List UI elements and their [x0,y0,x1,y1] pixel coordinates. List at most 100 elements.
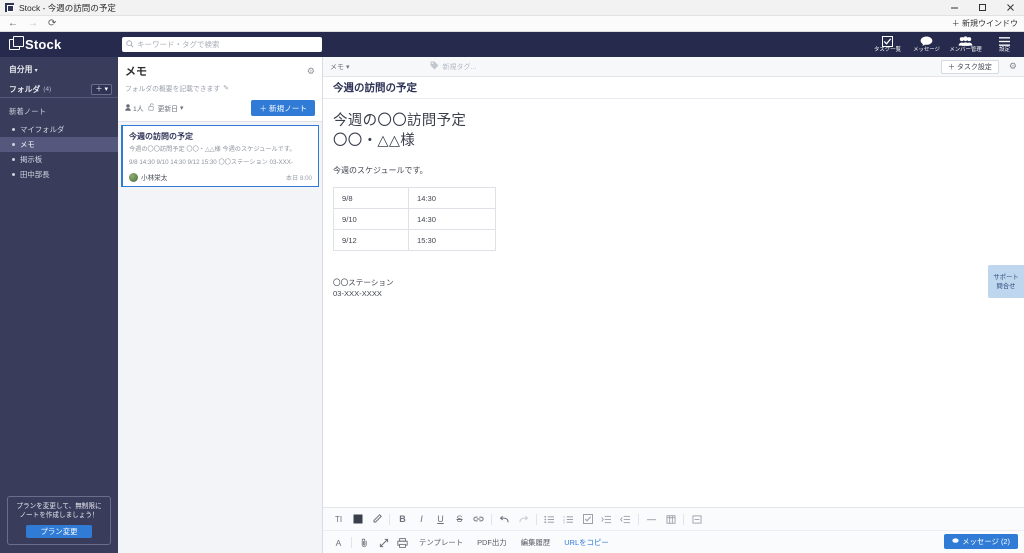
hamburger-icon [998,35,1011,47]
table-cell-date: 9/10 [333,208,409,230]
note-toolbar-top: メモ ▾ 新規タグ... ＋ タスク設定 ⚙ [323,57,1024,77]
message-button-label: メッセージ (2) [962,537,1010,546]
note-list-title-row: メモ ⚙ [125,63,315,79]
sidebar-item-bulletin[interactable]: 掲示板 [0,152,118,167]
note-list-item[interactable]: 今週の訪問の予定 今週の〇〇訪問予定 〇〇・△△様 今週のスケジュールです。 9… [121,125,319,187]
add-folder-button[interactable]: ＋ ▾ [91,83,112,95]
doc-heading-line-2: 〇〇・△△様 [333,133,416,149]
table-icon[interactable] [661,510,680,529]
pdf-export-button[interactable]: PDF出力 [470,537,514,548]
nav-member-management[interactable]: メンバー管理 [946,32,985,57]
doc-paragraph: 今週のスケジュールです。 [333,166,428,175]
edit-history-button[interactable]: 編集履歴 [514,537,558,548]
lock-status[interactable] [147,103,154,113]
gear-icon[interactable]: ⚙ [1009,61,1017,72]
font-icon[interactable]: A [329,533,348,552]
support-line-2: 問合せ [996,282,1016,290]
tag-input-area[interactable]: 新規タグ... [430,61,476,72]
copy-url-button[interactable]: URLをコピー [557,537,615,548]
attachment-icon[interactable] [355,533,374,552]
search-container [122,37,322,52]
search-box[interactable] [122,37,322,52]
member-count[interactable]: 1人 [125,103,144,113]
change-plan-button[interactable]: プラン変更 [26,525,92,538]
new-note-button[interactable]: ＋ 新規ノート [251,100,315,116]
support-tab[interactable]: サポート 問合せ [988,265,1024,298]
nav-task-list[interactable]: タスク一覧 [868,32,907,57]
checkbox-icon [882,35,893,47]
close-button[interactable] [996,0,1024,16]
note-list-panel: メモ ⚙ フォルダの概要を記載できます ✎ 1人 更新日 ▾ ＋ 新規ノート 今… [118,57,323,553]
promo-line-1: プランを変更して、無制限に [16,503,102,510]
nav-member-management-label: メンバー管理 [949,47,982,53]
sort-selector[interactable]: 更新日 ▾ [158,103,184,113]
horizontal-rule-icon[interactable]: — [642,510,661,529]
minimize-button[interactable] [940,0,968,16]
template-button[interactable]: テンプレート [412,537,470,548]
svg-text:3: 3 [563,520,565,523]
checklist-icon[interactable] [578,510,597,529]
sort-label: 更新日 [157,106,178,113]
text-style-icon[interactable]: TI [329,510,348,529]
schedule-table: 9/8 14:30 9/10 14:30 9/12 15:30 [333,187,496,251]
chevron-down-icon: ▾ [179,105,184,112]
maximize-button[interactable] [968,0,996,16]
outdent-icon[interactable] [616,510,635,529]
avatar [129,172,138,182]
doc-footer-line-1: 〇〇ステーション [333,278,394,287]
note-list-header: メモ ⚙ フォルダの概要を記載できます ✎ 1人 更新日 ▾ ＋ 新規ノート [118,57,322,122]
fullscreen-icon[interactable] [374,533,393,552]
sidebar: 自分用 ▾ フォルダ (4) ＋ ▾ 新着ノート マイフォルダ メモ 掲示板 田… [0,57,118,553]
brand-logo[interactable]: Stock [0,32,118,57]
underline-icon[interactable]: U [431,510,450,529]
print-icon[interactable] [393,533,412,552]
reload-icon[interactable]: ⟳ [48,18,56,29]
note-body[interactable]: 今週の〇〇訪問予定 〇〇・△△様 今週のスケジュールです。 9/8 14:30 … [323,99,1024,299]
folder-count: (4) [43,85,52,93]
tag-icon [430,61,439,72]
folder-title: メモ [125,66,147,78]
message-button[interactable]: メッセージ (2) [944,534,1018,549]
highlighter-icon[interactable] [367,510,386,529]
promo-line-2: ノートを作成しましょう！ [19,512,99,519]
search-input[interactable] [137,40,318,49]
note-title[interactable]: 今週の訪問の予定 [323,77,1024,99]
toolbar-divider [536,513,537,525]
chevron-down-icon: ▾ [34,68,38,74]
link-icon[interactable] [469,510,488,529]
plus-icon: ＋ [95,86,103,93]
pencil-icon[interactable]: ✎ [223,84,229,92]
gear-icon[interactable]: ⚙ [307,66,315,77]
account-switcher[interactable]: 自分用 ▾ [0,57,118,81]
sidebar-item-my-folder[interactable]: マイフォルダ [0,122,118,137]
sidebar-item-tanaka[interactable]: 田中部長 [0,167,118,182]
back-icon[interactable]: ← [8,18,18,29]
task-setting-button[interactable]: ＋ タスク設定 [940,59,999,74]
italic-icon[interactable]: I [412,510,431,529]
brand-name: Stock [25,37,62,52]
strikethrough-icon[interactable]: S [450,510,469,529]
bullet-list-icon[interactable] [540,510,559,529]
sidebar-item-new-notes[interactable]: 新着ノート [0,103,118,122]
people-icon [958,35,973,47]
collapse-icon[interactable] [687,510,706,529]
numbered-list-icon[interactable]: 123 [559,510,578,529]
redo-icon[interactable] [514,510,533,529]
folder-label: フォルダ [9,84,41,94]
sidebar-item-memo[interactable]: メモ [0,137,118,152]
nav-message[interactable]: メッセージ [907,32,946,57]
search-icon [126,40,134,50]
text-color-icon[interactable] [348,510,367,529]
nav-settings[interactable]: 設定 [985,32,1024,57]
nav-task-list-label: タスク一覧 [874,47,901,53]
indent-icon[interactable] [597,510,616,529]
folder-description[interactable]: フォルダの概要を記載できます ✎ [125,83,315,93]
table-row: 9/10 14:30 [333,208,496,230]
app-header: Stock タスク一覧 メッセージ [0,32,1024,57]
bold-icon[interactable]: B [393,510,412,529]
new-window-button[interactable]: ＋ 新規ウインドウ [952,18,1018,29]
note-folder-selector[interactable]: メモ ▾ [330,62,350,72]
folder-dot-icon [12,143,15,146]
undo-icon[interactable] [495,510,514,529]
forward-icon[interactable]: → [28,18,38,29]
